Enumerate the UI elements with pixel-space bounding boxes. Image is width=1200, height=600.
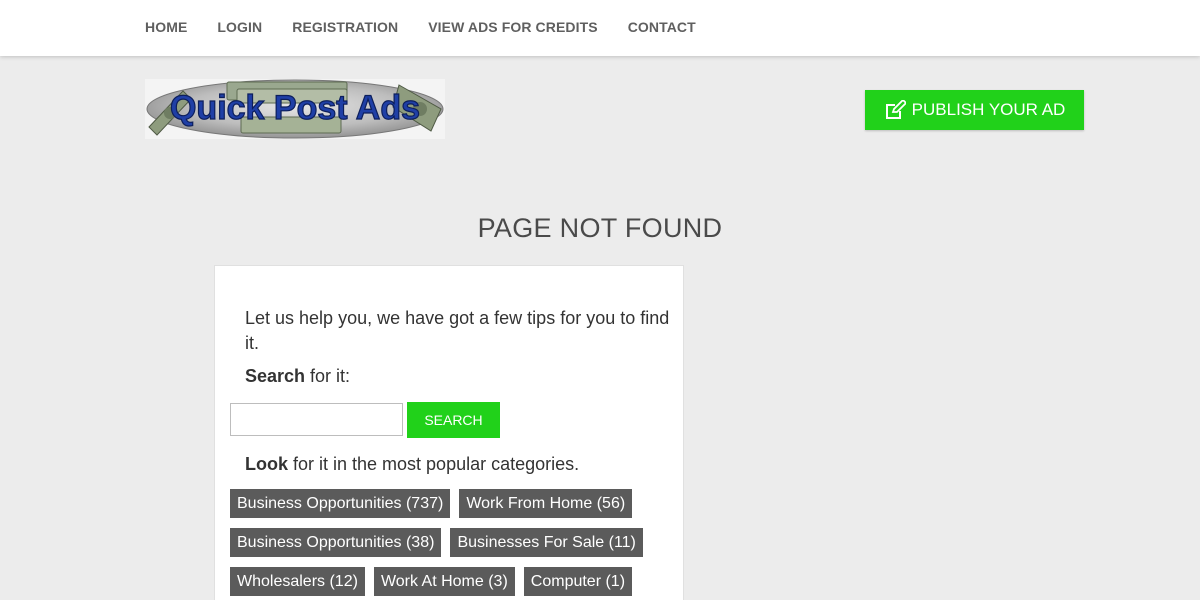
publish-ad-button[interactable]: PUBLISH YOUR AD (865, 90, 1084, 130)
category-tag[interactable]: Business Opportunities (38) (230, 528, 442, 557)
nav-link-login[interactable]: LOGIN (217, 19, 262, 35)
search-instruction-bold: Search (245, 366, 306, 386)
category-tag[interactable]: Businesses For Sale (11) (450, 528, 643, 557)
nav-item-login: LOGIN (217, 19, 262, 37)
search-instruction: Search for it: (245, 366, 350, 387)
tips-text: Let us help you, we have got a few tips … (245, 308, 670, 353)
nav-link-home[interactable]: HOME (145, 19, 187, 35)
nav-item-home: HOME (145, 19, 187, 37)
category-row: Business Opportunities (737) Work From H… (230, 489, 670, 518)
category-tag[interactable]: Computer (1) (523, 567, 633, 596)
look-instruction-bold: Look (245, 454, 288, 474)
nav-item-registration: REGISTRATION (292, 19, 398, 37)
category-tag[interactable]: Wholesalers (12) (230, 567, 365, 596)
category-tag[interactable]: Business Opportunities (737) (230, 489, 451, 518)
edit-icon (884, 100, 906, 120)
page-title: PAGE NOT FOUND (477, 213, 723, 243)
logo-graphic: Quick Post Ads (146, 79, 444, 139)
look-instruction-rest: for it in the most popular categories. (288, 454, 580, 474)
category-list: Business Opportunities (737) Work From H… (230, 489, 670, 600)
nav-link-view-ads-for-credits[interactable]: VIEW ADS FOR CREDITS (428, 19, 598, 35)
category-tag[interactable]: Work At Home (3) (373, 567, 515, 596)
category-row: Wholesalers (12) Work At Home (3) Comput… (230, 567, 670, 596)
logo-text: Quick Post Ads (170, 89, 420, 127)
nav-item-contact: CONTACT (628, 19, 696, 37)
search-input[interactable] (230, 403, 403, 436)
search-button[interactable]: SEARCH (407, 402, 500, 438)
look-instruction: Look for it in the most popular categori… (245, 454, 579, 475)
top-navigation: HOME LOGIN REGISTRATION VIEW ADS FOR CRE… (0, 0, 1200, 56)
not-found-card: Let us help you, we have got a few tips … (214, 265, 684, 600)
site-logo[interactable]: Quick Post Ads (145, 79, 445, 139)
nav-link-contact[interactable]: CONTACT (628, 19, 696, 35)
nav-link-registration[interactable]: REGISTRATION (292, 19, 398, 35)
nav-item-view-ads: VIEW ADS FOR CREDITS (428, 19, 598, 37)
category-tag[interactable]: Work From Home (56) (459, 489, 633, 518)
publish-ad-label: PUBLISH YOUR AD (911, 100, 1066, 119)
nav-list: HOME LOGIN REGISTRATION VIEW ADS FOR CRE… (145, 0, 726, 56)
category-row: Business Opportunities (38) Businesses F… (230, 528, 670, 557)
search-instruction-rest: for it: (305, 366, 351, 386)
